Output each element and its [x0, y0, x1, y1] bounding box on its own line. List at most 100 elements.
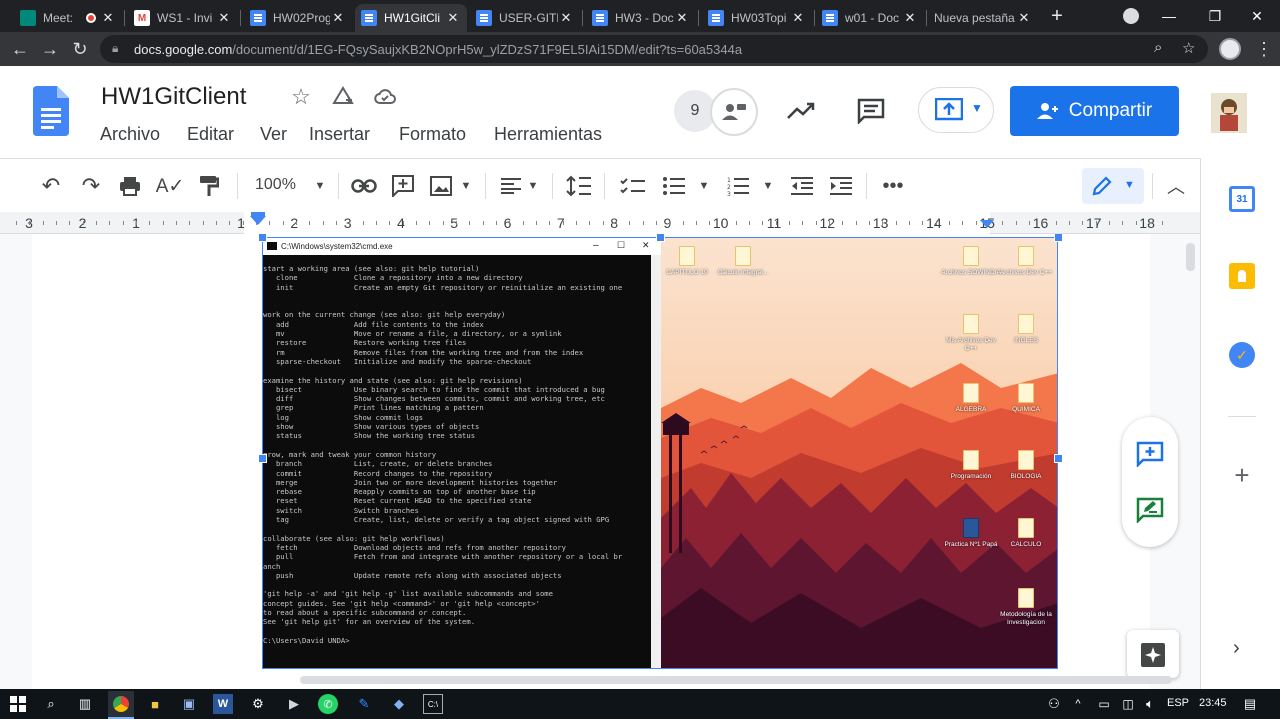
document-title[interactable]: HW1GitClient: [101, 83, 246, 111]
menu-archivo[interactable]: Archivo: [100, 124, 160, 145]
clock[interactable]: 23:45: [1199, 697, 1227, 709]
battery-icon[interactable]: ▭: [1094, 694, 1114, 714]
close-icon[interactable]: ✕: [902, 10, 918, 26]
close-icon[interactable]: ✕: [445, 10, 461, 26]
increase-indent-icon[interactable]: [829, 173, 853, 199]
whatsapp-icon[interactable]: ✆: [318, 694, 338, 714]
close-icon[interactable]: ✕: [216, 10, 232, 26]
move-to-drive-icon[interactable]: [331, 85, 355, 109]
tab-new-tab[interactable]: Nueva pestaña ✕: [928, 4, 1038, 32]
horizontal-scrollbar[interactable]: [300, 676, 1172, 684]
first-line-indent-marker[interactable]: [251, 212, 265, 216]
profile-avatar[interactable]: [1219, 38, 1241, 60]
file-explorer-icon[interactable]: ■: [145, 694, 165, 714]
user-avatar[interactable]: [1211, 93, 1247, 133]
vertical-scrollbar[interactable]: [1186, 243, 1195, 271]
show-hidden-icons-icon[interactable]: ^: [1068, 694, 1088, 714]
add-comment-icon[interactable]: [391, 173, 415, 199]
resize-handle[interactable]: [258, 454, 267, 463]
viewers-indicator[interactable]: 9: [674, 88, 760, 136]
suggest-edits-icon[interactable]: [1136, 497, 1164, 523]
tab-hw02prog[interactable]: HW02Prog ✕: [244, 4, 352, 32]
redo-icon[interactable]: ↷: [78, 173, 104, 199]
bookmark-star-icon[interactable]: ☆: [1182, 39, 1195, 57]
menu-insertar[interactable]: Insertar: [309, 124, 370, 145]
tab-hw1gitclient[interactable]: HW1GitCli ✕: [355, 4, 467, 32]
comments-icon[interactable]: [856, 97, 886, 125]
decrease-indent-icon[interactable]: [790, 173, 814, 199]
close-icon[interactable]: ✕: [100, 10, 116, 26]
chevron-right-icon[interactable]: ›: [1233, 638, 1249, 658]
hide-menus-chevron-up-icon[interactable]: ︿: [1165, 173, 1187, 199]
zoom-icon[interactable]: ⌕: [1154, 39, 1162, 56]
undo-icon[interactable]: ↶: [38, 173, 64, 199]
right-indent-marker[interactable]: [980, 220, 994, 228]
people-icon[interactable]: ⚇: [1044, 694, 1064, 714]
star-icon[interactable]: ☆: [289, 84, 313, 109]
chevron-down-icon[interactable]: ▼: [312, 173, 328, 199]
tasks-icon[interactable]: ✓: [1229, 342, 1255, 368]
editing-mode-button[interactable]: ▼: [1082, 168, 1144, 204]
notifications-icon[interactable]: ▤: [1240, 694, 1260, 714]
close-icon[interactable]: ✕: [790, 10, 806, 26]
zoom-select[interactable]: 100%: [255, 176, 296, 194]
activity-trend-icon[interactable]: [786, 98, 816, 124]
menu-herramientas[interactable]: Herramientas: [494, 124, 602, 145]
numbered-list-icon[interactable]: 123: [726, 173, 750, 199]
forward-icon[interactable]: →: [38, 37, 62, 61]
print-icon[interactable]: [117, 173, 143, 199]
keep-icon[interactable]: [1229, 263, 1255, 289]
paint-format-icon[interactable]: [196, 173, 222, 199]
word-icon[interactable]: W: [213, 694, 233, 714]
volume-icon[interactable]: 🔈︎: [1140, 694, 1160, 714]
tab-meet[interactable]: Meet: ✕: [14, 4, 122, 32]
insert-image-icon[interactable]: [429, 173, 453, 199]
tab-user-github[interactable]: USER-GITH ✕: [470, 4, 580, 32]
spellcheck-icon[interactable]: A✓: [156, 173, 185, 199]
tab-hw03topic[interactable]: HW03Topi ✕: [702, 4, 812, 32]
menu-formato[interactable]: Formato: [399, 124, 466, 145]
tab-w01[interactable]: w01 - Doc ✕: [816, 4, 924, 32]
package-icon[interactable]: ◆: [389, 694, 409, 714]
line-spacing-icon[interactable]: [566, 173, 592, 199]
video-icon[interactable]: ▶: [284, 694, 304, 714]
resize-handle[interactable]: [656, 234, 665, 242]
ruler[interactable]: 321123456789101112131415161718: [0, 212, 1200, 234]
close-icon[interactable]: ✕: [674, 10, 690, 26]
calendar-icon[interactable]: 31: [1229, 186, 1255, 212]
insert-link-icon[interactable]: [351, 173, 377, 199]
embedded-screenshot-image[interactable]: C:\Windows\system32\cmd.exe – ☐ ✕ start …: [262, 237, 1058, 669]
chrome-menu-icon[interactable]: ⋮: [1252, 37, 1276, 61]
explore-button[interactable]: [1127, 630, 1179, 678]
address-bar[interactable]: 🔒︎ docs.google.com/document/d/1EG-FQsySa…: [100, 35, 1208, 63]
chevron-down-icon[interactable]: ▼: [696, 173, 712, 199]
chevron-down-icon[interactable]: ▼: [525, 173, 541, 199]
minimize-icon[interactable]: —: [1146, 0, 1192, 32]
app-icon[interactable]: ✎: [354, 694, 374, 714]
resize-handle[interactable]: [1054, 234, 1063, 242]
docs-logo-icon[interactable]: [33, 86, 69, 136]
present-button[interactable]: ▼: [918, 87, 994, 133]
share-button[interactable]: Compartir: [1010, 86, 1179, 136]
reload-icon[interactable]: ↻: [68, 37, 92, 61]
chevron-down-icon[interactable]: ▼: [760, 173, 776, 199]
chevron-down-icon[interactable]: ▼: [458, 173, 474, 199]
menu-ver[interactable]: Ver: [260, 124, 287, 145]
search-icon[interactable]: ⌕: [41, 694, 61, 714]
align-left-icon[interactable]: [500, 173, 522, 199]
cmd-taskbar-icon[interactable]: C:\: [423, 694, 443, 714]
add-comment-icon[interactable]: [1136, 441, 1164, 467]
checklist-icon[interactable]: [620, 173, 646, 199]
windows-start-icon[interactable]: [8, 694, 28, 714]
cloud-saved-icon[interactable]: [373, 85, 397, 109]
save-disk-icon[interactable]: ▣: [179, 694, 199, 714]
tab-hw3[interactable]: HW3 - Doc ✕: [586, 4, 696, 32]
tab-ws1[interactable]: M WS1 - Invi ✕: [128, 4, 238, 32]
add-addon-icon[interactable]: +: [1231, 462, 1253, 488]
close-icon[interactable]: ✕: [330, 10, 346, 26]
more-options-icon[interactable]: •••: [880, 173, 906, 199]
close-icon[interactable]: ✕: [1016, 10, 1032, 26]
settings-icon[interactable]: ⚙: [248, 694, 268, 714]
new-tab-button[interactable]: +: [1040, 0, 1074, 32]
back-icon[interactable]: ←: [8, 37, 32, 61]
